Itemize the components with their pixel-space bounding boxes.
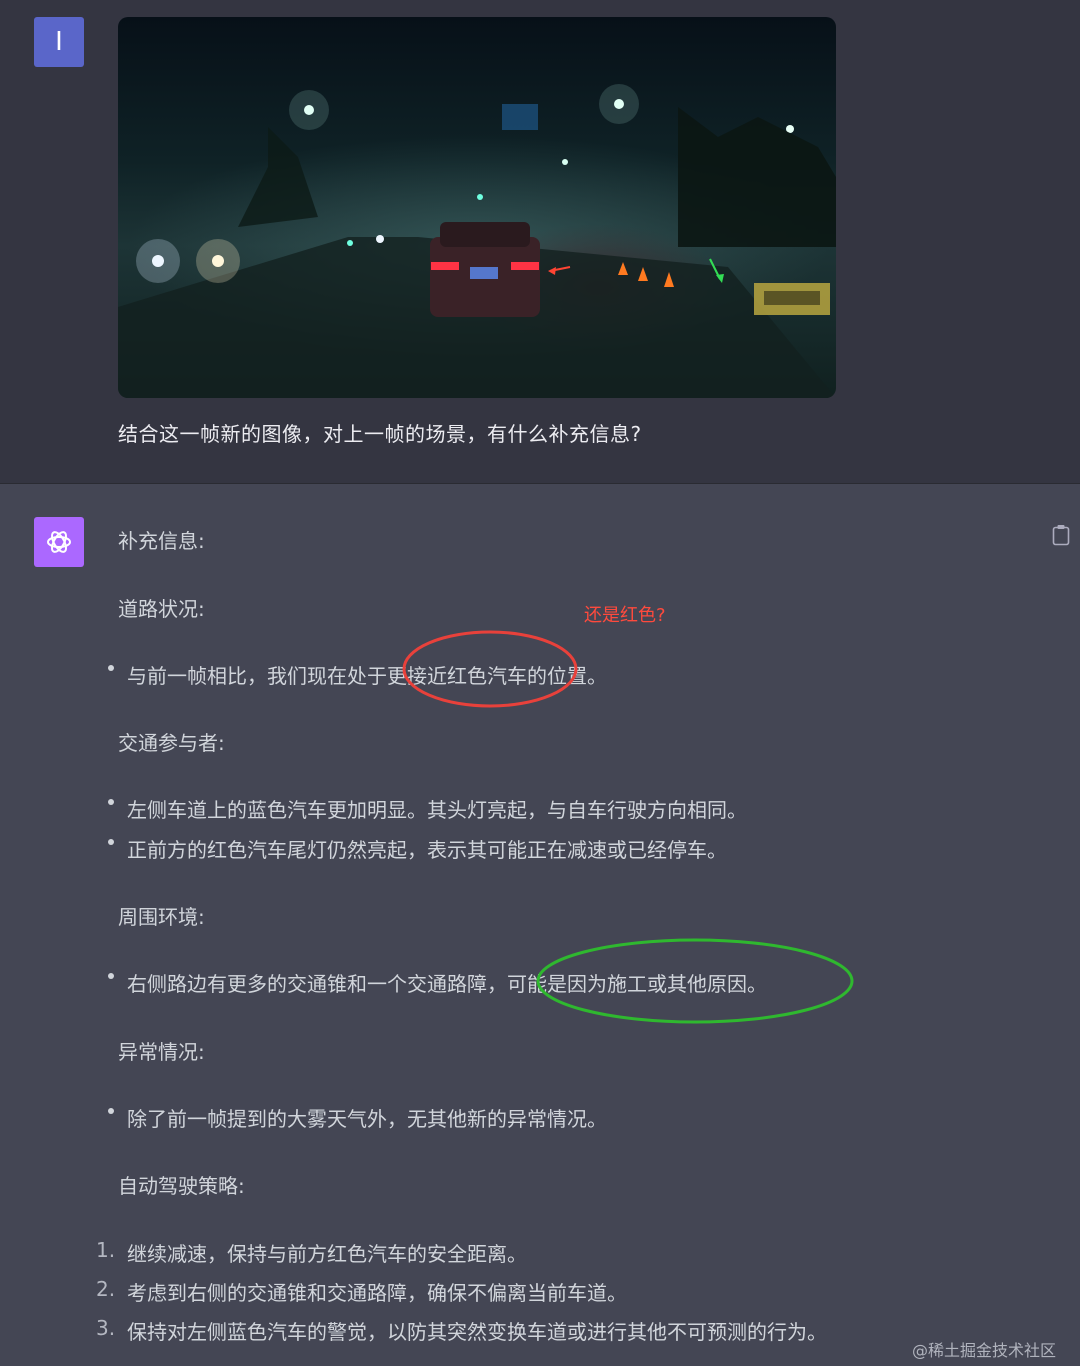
red-circle-annotation <box>402 630 578 708</box>
watermark: @稀土掘金技术社区 <box>912 1341 1057 1360</box>
green-circle-annotation <box>536 938 854 1024</box>
annotation-overlay <box>402 630 854 1024</box>
